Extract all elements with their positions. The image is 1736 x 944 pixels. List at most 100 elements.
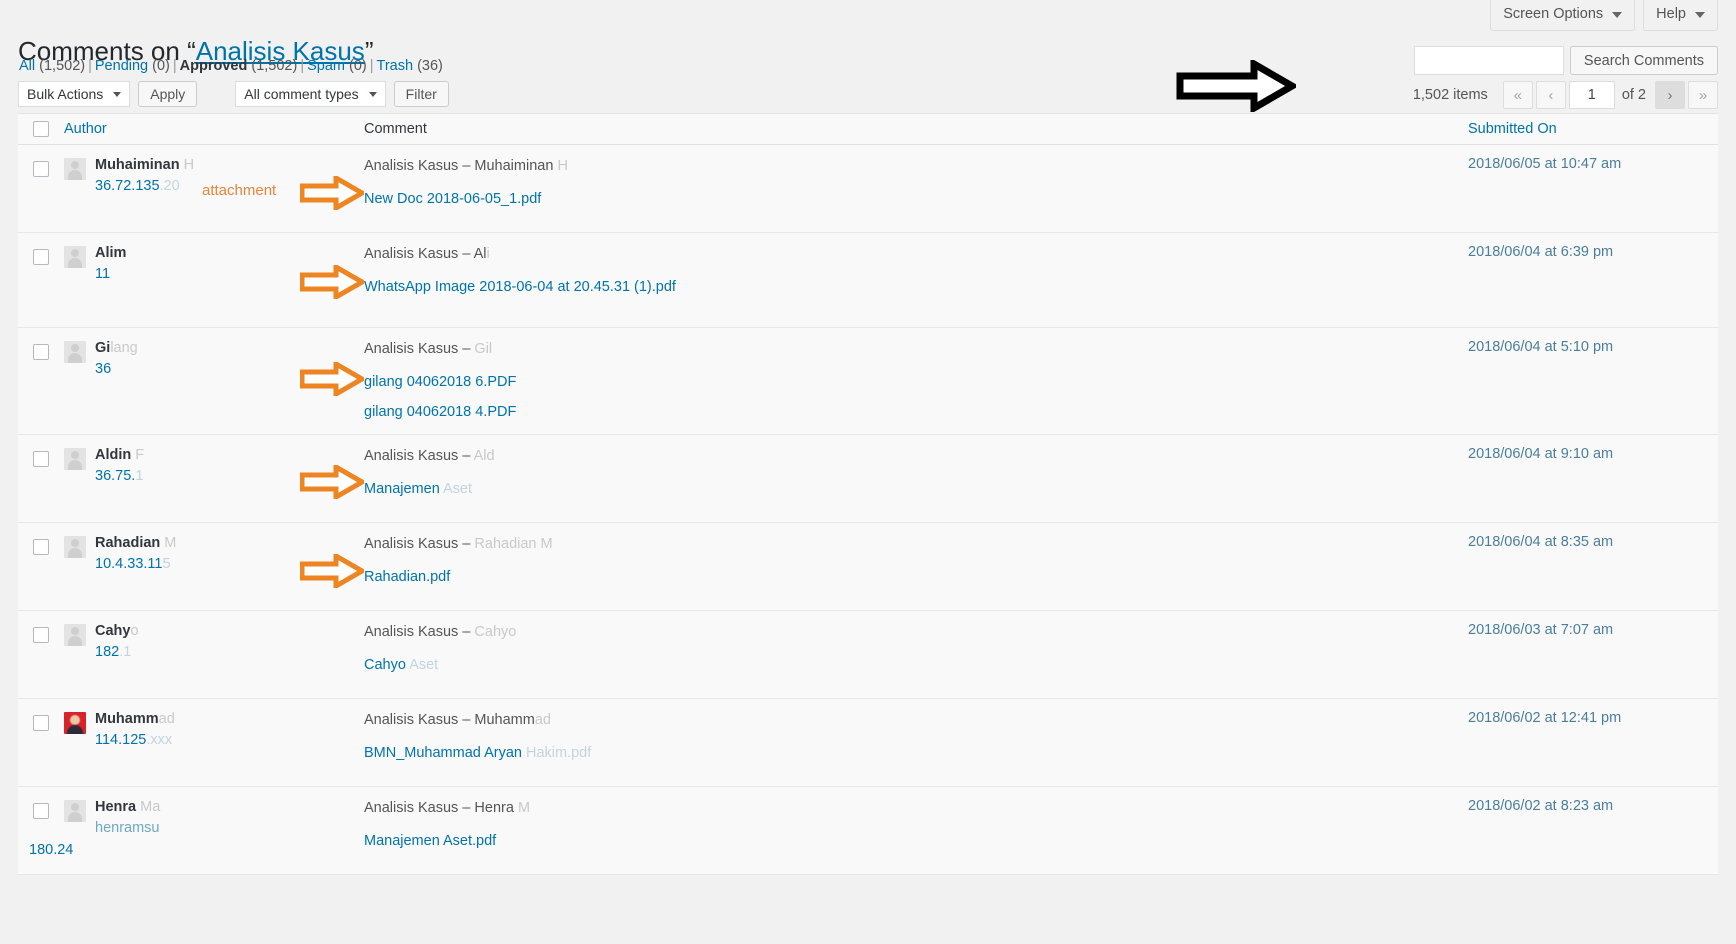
filter-approved[interactable]: Approved (180, 58, 248, 74)
author-ip[interactable]: 36.72.135.20 (95, 176, 194, 198)
row-checkbox[interactable] (33, 539, 49, 556)
table-row[interactable]: Alim 11 Analisis Kasus – Ali WhatsApp Image… (18, 233, 1718, 328)
author-name[interactable]: Muhaiminan H (95, 156, 194, 176)
submitted-on-date[interactable]: 2018/06/05 at 10:47 am (1458, 156, 1718, 172)
author-ip-outdent[interactable]: 180.24 (29, 842, 73, 858)
author-name[interactable]: Aldin F (95, 446, 144, 466)
attachment-link[interactable]: BMN_Muhammad Aryan Hakim.pdf (364, 743, 1448, 764)
author-ip[interactable]: 10.4.33.115 (95, 554, 176, 576)
submitted-on-date[interactable]: 2018/06/04 at 6:39 pm (1458, 244, 1718, 260)
attachment-link[interactable]: WhatsApp Image 2018-06-04 at 20.45.31 (1… (364, 277, 1448, 298)
author-ip[interactable]: 11 (95, 264, 126, 286)
row-select-cell (18, 156, 64, 221)
comment-cell: Analisis Kasus – Muhaiminan H New Doc 201… (364, 156, 1458, 221)
author-ip[interactable]: 36.75.1 (95, 466, 144, 488)
row-checkbox[interactable] (33, 627, 49, 644)
row-select-cell (18, 534, 64, 599)
attachment-name: New Doc 2018-06-05_1.pdf (364, 191, 542, 208)
submitted-on-date[interactable]: 2018/06/04 at 5:10 pm (1458, 339, 1718, 355)
author-ip-text: 182 (95, 643, 120, 660)
avatar (64, 712, 86, 735)
table-row[interactable]: Rahadian M 10.4.33.115 Analisis Kasus – Ra… (18, 523, 1718, 612)
filter-pending[interactable]: Pending (95, 58, 148, 74)
author-name[interactable]: Rahadian M (95, 534, 176, 554)
author-name-truncated: M (160, 535, 177, 552)
search-comments-button[interactable]: Search Comments (1569, 46, 1718, 75)
row-checkbox[interactable] (33, 161, 49, 177)
attachment-link[interactable]: Cahyo Aset (364, 655, 1448, 676)
table-row[interactable]: Cahyo 182.1 Analisis Kasus – Cahyo Cahyo As… (18, 611, 1718, 700)
column-header-author[interactable]: Author (64, 120, 364, 138)
help-button[interactable]: Help (1643, 0, 1718, 32)
author-name[interactable]: Cahyo (95, 622, 139, 642)
avatar (64, 341, 86, 363)
comment-context-text: Analisis Kasus – (364, 341, 475, 357)
filter-spam[interactable]: Spam (307, 58, 345, 74)
comment-context-truncated: ad (534, 712, 551, 729)
attachment-link[interactable]: Manajemen Aset.pdf (364, 831, 1448, 852)
column-header-comment: Comment (364, 120, 1458, 138)
attachment-link[interactable]: Rahadian.pdf (364, 567, 1448, 588)
submitted-on-date[interactable]: 2018/06/03 at 7:07 am (1458, 622, 1718, 638)
row-checkbox[interactable] (33, 344, 49, 360)
comment-attachments: gilang 04062018 6.PDF gilang 04062018 4.P… (364, 372, 1448, 423)
author-name[interactable]: Gilang (95, 339, 138, 359)
attachment-link[interactable]: gilang 04062018 4.PDF (364, 402, 1448, 423)
comment-cell: Analisis Kasus – Henra M Manajemen Aset.p… (364, 798, 1458, 863)
next-page-button[interactable]: › (1655, 81, 1685, 109)
first-page-button[interactable]: « (1502, 81, 1533, 109)
items-count: 1,502 items (1412, 87, 1488, 103)
comment-context: Analisis Kasus – Muhaiminan H (364, 156, 1448, 177)
author-ip[interactable]: 182.1 (95, 642, 139, 664)
date-cell: 2018/06/04 at 9:10 am (1458, 446, 1718, 511)
table-row[interactable]: Aldin F 36.75.1 Analisis Kasus – Ald Manaje… (18, 435, 1718, 524)
prev-page-button[interactable]: ‹ (1535, 81, 1566, 109)
attachment-name: Manajemen (364, 481, 440, 498)
author-cell: Muhaiminan H 36.72.135.20 (64, 156, 364, 221)
attachment-link[interactable]: gilang 04062018 6.PDF (364, 372, 1448, 393)
last-page-button[interactable]: » (1688, 81, 1718, 109)
row-checkbox[interactable] (33, 715, 49, 732)
author-email[interactable]: henramsu (95, 818, 160, 840)
attachment-name: BMN_Muhammad Aryan (364, 745, 522, 762)
screen-options-button[interactable]: Screen Options (1490, 0, 1636, 32)
author-name-truncated: o (130, 623, 139, 640)
total-pages-label: of 2 (1621, 87, 1646, 103)
column-header-date[interactable]: Submitted On (1458, 120, 1718, 138)
row-checkbox[interactable] (33, 803, 49, 820)
comment-type-select[interactable]: All comment types (235, 81, 386, 107)
submitted-on-date[interactable]: 2018/06/02 at 12:41 pm (1458, 710, 1718, 726)
apply-button[interactable]: Apply (138, 81, 198, 107)
author-name-truncated: Ma (136, 799, 161, 816)
attachment-link[interactable]: Manajemen Aset (364, 479, 1448, 500)
comment-context: Analisis Kasus – Ald (364, 446, 1448, 467)
bulk-actions-select[interactable]: Bulk Actions (18, 81, 131, 107)
table-row[interactable]: Muhammad 114.125.xxx Analisis Kasus – Muha… (18, 699, 1718, 788)
author-ip[interactable]: 36 (95, 359, 138, 381)
table-row[interactable]: Henra Ma henramsu 180.24 Analisis Kasus – H… (18, 787, 1718, 876)
table-row[interactable]: Muhaiminan H 36.72.135.20 Analisis Kasus –… (18, 145, 1718, 233)
author-cell: Alim 11 (64, 244, 364, 316)
author-ip[interactable]: 114.125.xxx (95, 730, 175, 752)
date-cell: 2018/06/04 at 5:10 pm (1458, 339, 1718, 423)
row-checkbox[interactable] (33, 249, 49, 265)
submitted-on-date[interactable]: 2018/06/02 at 8:23 am (1458, 798, 1718, 814)
author-cell: Cahyo 182.1 (64, 622, 364, 687)
comment-context-truncated: M (513, 800, 531, 817)
comment-attachments: Cahyo Aset (364, 655, 1448, 676)
search-input[interactable] (1413, 46, 1564, 75)
current-page-input[interactable]: 1 (1568, 81, 1615, 109)
filter-all[interactable]: All (19, 58, 35, 74)
table-row[interactable]: Gilang 36 Analisis Kasus – Gil gilang 04062… (18, 328, 1718, 436)
row-checkbox[interactable] (33, 451, 49, 468)
submitted-on-date[interactable]: 2018/06/04 at 9:10 am (1458, 446, 1718, 462)
filter-button[interactable]: Filter (393, 81, 449, 107)
author-name[interactable]: Alim (95, 244, 126, 264)
filter-trash[interactable]: Trash (377, 58, 414, 74)
comment-cell: Analisis Kasus – Ald Manajemen Aset (364, 446, 1458, 511)
select-all-checkbox[interactable] (33, 121, 49, 137)
submitted-on-date[interactable]: 2018/06/04 at 8:35 am (1458, 534, 1718, 550)
author-name[interactable]: Henra Ma (95, 798, 160, 818)
author-name[interactable]: Muhammad (95, 710, 175, 730)
attachment-link[interactable]: New Doc 2018-06-05_1.pdf (364, 189, 1448, 210)
